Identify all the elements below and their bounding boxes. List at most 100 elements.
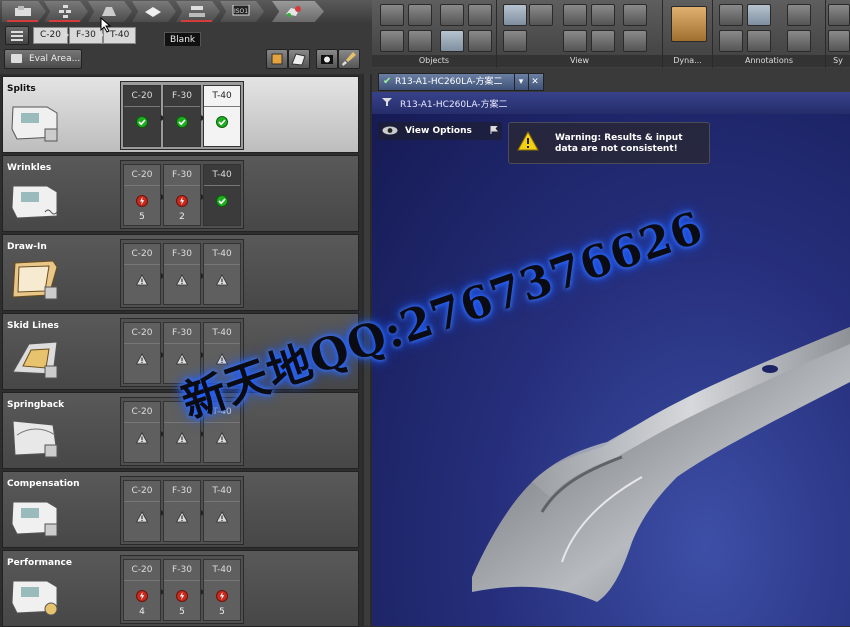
- eval-area-label: Eval Area...: [29, 54, 81, 64]
- object-sheet-button[interactable]: [468, 4, 492, 26]
- object-blank-button[interactable]: [408, 30, 432, 52]
- view-copy-button[interactable]: [591, 30, 615, 52]
- view-fit-button[interactable]: [563, 4, 587, 26]
- evaluation-card[interactable]: Wrinkles C-20 5 F-30 2 T-40: [2, 155, 359, 232]
- stage-cell[interactable]: T-40: [203, 480, 241, 542]
- view-orient-button[interactable]: [503, 30, 527, 52]
- stage-label: F-30: [172, 249, 192, 259]
- breadcrumb-stage-f30[interactable]: F-30: [69, 27, 103, 44]
- stage-status-group: C-20 4 F-30 5 T-40 5: [120, 555, 244, 624]
- eval-area-button[interactable]: Eval Area...: [4, 49, 82, 69]
- annotate-note-button[interactable]: [719, 30, 743, 52]
- stage-status-group: C-20 5 F-30 2 T-40: [120, 160, 244, 229]
- stage-separator: [164, 343, 200, 344]
- check-circle-icon: [216, 195, 228, 207]
- dyna-open-button[interactable]: [671, 6, 707, 42]
- process-step-monitor[interactable]: ISO1: [220, 1, 264, 22]
- view-axis-button[interactable]: [503, 4, 527, 26]
- card-title-draw-in: Draw-In: [7, 242, 47, 252]
- view-options-button[interactable]: View Options: [378, 122, 502, 140]
- view-pen-button[interactable]: [623, 4, 647, 26]
- stage-label: T-40: [212, 328, 232, 338]
- check-circle-icon: [216, 116, 228, 128]
- stage-cell[interactable]: F-30: [163, 243, 201, 305]
- stage-separator: [124, 501, 160, 502]
- results-icon: [286, 6, 301, 17]
- stage-cell[interactable]: C-20: [123, 243, 161, 305]
- springback-thumbnail: [12, 420, 58, 458]
- pin-icon[interactable]: [490, 126, 498, 134]
- evaluation-card[interactable]: Compensation C-20 F-30 T-40: [2, 471, 359, 548]
- stage-cell[interactable]: T-40: [203, 85, 241, 147]
- stage-cell[interactable]: T-40: [203, 243, 241, 305]
- document-tab-name: R13-A1-HC260LA-方案二: [395, 77, 503, 87]
- stage-separator: [124, 185, 160, 186]
- die-setup-icon: [15, 6, 31, 16]
- object-selected-button[interactable]: [440, 30, 464, 52]
- stage-cell[interactable]: C-20: [123, 322, 161, 384]
- document-tab[interactable]: ✔ R13-A1-HC260LA-方案二 ▾ ✕: [378, 73, 544, 91]
- annotate-tool-button[interactable]: [787, 30, 811, 52]
- stage-cell[interactable]: F-30: [163, 480, 201, 542]
- wrinkles-thumbnail: [11, 185, 58, 219]
- stage-cell[interactable]: T-40 5: [203, 559, 241, 621]
- evaluation-card[interactable]: Draw-In C-20 F-30 T-40: [2, 234, 359, 311]
- stage-separator: [204, 185, 240, 186]
- stage-cell[interactable]: T-40: [203, 164, 241, 226]
- view-section-button[interactable]: [623, 30, 647, 52]
- close-icon[interactable]: ✕: [528, 74, 541, 90]
- stage-cell[interactable]: F-30 2: [163, 164, 201, 226]
- 3d-viewport[interactable]: R13-A1-HC260LA-方案二 View Options Warning:…: [372, 92, 850, 626]
- breadcrumb-stage-c20[interactable]: C-20: [33, 27, 68, 44]
- object-plane-button[interactable]: [380, 30, 404, 52]
- stage-label: T-40: [212, 565, 232, 575]
- chevron-down-icon[interactable]: ▾: [514, 74, 527, 90]
- stage-cell[interactable]: C-20: [123, 480, 161, 542]
- object-box-button[interactable]: [380, 4, 404, 26]
- stage-label: C-20: [131, 565, 153, 575]
- annotate-measure-button[interactable]: [747, 4, 771, 26]
- stage-cell[interactable]: F-30: [163, 85, 201, 147]
- stage-cell[interactable]: C-20: [123, 401, 161, 463]
- process-step-tree[interactable]: [44, 1, 88, 22]
- stage-cell[interactable]: F-30 5: [163, 559, 201, 621]
- tool-button-capture[interactable]: [316, 49, 338, 69]
- process-step-results[interactable]: [272, 1, 324, 22]
- evaluation-card[interactable]: Splits C-20 F-30 T-40: [2, 76, 359, 153]
- stage-separator: [164, 580, 200, 581]
- stage-cell[interactable]: C-20 4: [123, 559, 161, 621]
- annotate-probe-button[interactable]: [787, 4, 811, 26]
- stage-label: C-20: [131, 170, 153, 180]
- tool-button-part-view[interactable]: [288, 49, 310, 69]
- tool-button-shade[interactable]: [266, 49, 288, 69]
- stage-cell[interactable]: C-20: [123, 85, 161, 147]
- process-step-die-setup[interactable]: [2, 1, 46, 22]
- view-grid-button[interactable]: [529, 4, 553, 26]
- system-clock-button[interactable]: [828, 30, 850, 52]
- process-step-blank[interactable]: [132, 1, 176, 22]
- object-surface-button[interactable]: [408, 4, 432, 26]
- formed-part-model[interactable]: [472, 272, 850, 612]
- stage-separator: [164, 264, 200, 265]
- list-view-button[interactable]: [5, 26, 29, 45]
- ribbon-group-label: Sy: [826, 55, 850, 67]
- evaluation-card[interactable]: Performance C-20 4 F-30 5 T-40 5: [2, 550, 359, 627]
- stage-label: C-20: [131, 407, 153, 417]
- stage-status-group: C-20 F-30 T-40: [120, 239, 244, 308]
- process-step-press[interactable]: [176, 1, 220, 22]
- stage-separator: [124, 106, 160, 107]
- stage-status-group: C-20 F-30 T-40: [120, 81, 244, 150]
- annotate-value-button[interactable]: [747, 30, 771, 52]
- evaluation-card[interactable]: Springback C-20 T-40: [2, 392, 359, 469]
- press-icon: [189, 6, 205, 17]
- stage-cell[interactable]: C-20 5: [123, 164, 161, 226]
- view-camera-button[interactable]: [591, 4, 615, 26]
- annotate-pointer-button[interactable]: [719, 4, 743, 26]
- object-book-button[interactable]: [468, 30, 492, 52]
- view-zoom-button[interactable]: [563, 30, 587, 52]
- tool-button-brush[interactable]: [338, 49, 360, 69]
- object-stack-button[interactable]: [440, 4, 464, 26]
- warning-triangle-icon: [176, 511, 188, 523]
- system-gear-button[interactable]: [828, 4, 850, 26]
- stage-separator: [204, 264, 240, 265]
